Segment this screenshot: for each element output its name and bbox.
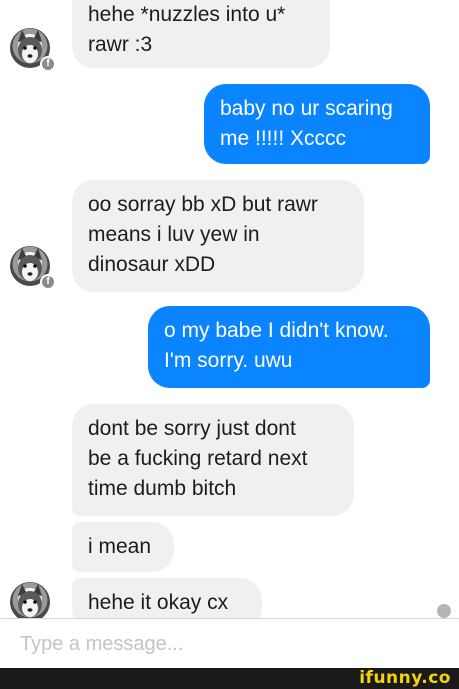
message-bubble-incoming[interactable]: i mean bbox=[72, 522, 174, 572]
message-bubble-incoming[interactable]: hehe *nuzzles into u* rawr :3 bbox=[72, 0, 330, 68]
conversation-thread: hehe *nuzzles into u* rawr :3 f baby no … bbox=[0, 0, 459, 618]
facebook-badge-icon: f bbox=[40, 56, 56, 72]
message-bubble-incoming[interactable]: oo sorray bb xD but rawr means i luv yew… bbox=[72, 180, 364, 292]
message-bubble-incoming[interactable]: hehe it okay cx bbox=[72, 578, 262, 618]
contact-avatar[interactable] bbox=[10, 582, 50, 618]
seen-indicator-avatar bbox=[437, 604, 451, 618]
ifunny-watermark: ifunny.co bbox=[359, 668, 451, 688]
message-input[interactable] bbox=[20, 631, 439, 657]
message-bubble-incoming[interactable]: dont be sorry just dont be a fucking ret… bbox=[72, 404, 354, 516]
message-composer bbox=[0, 618, 459, 668]
message-bubble-outgoing[interactable]: o my babe I didn't know. I'm sorry. uwu bbox=[148, 306, 430, 388]
contact-avatar[interactable]: f bbox=[10, 246, 56, 290]
husky-avatar-icon bbox=[18, 584, 42, 617]
contact-avatar[interactable]: f bbox=[10, 28, 56, 72]
message-bubble-outgoing[interactable]: baby no ur scaring me !!!!! Xcccc bbox=[204, 84, 430, 164]
watermark-bar: ifunny.co bbox=[0, 668, 459, 689]
facebook-badge-icon: f bbox=[40, 274, 56, 290]
